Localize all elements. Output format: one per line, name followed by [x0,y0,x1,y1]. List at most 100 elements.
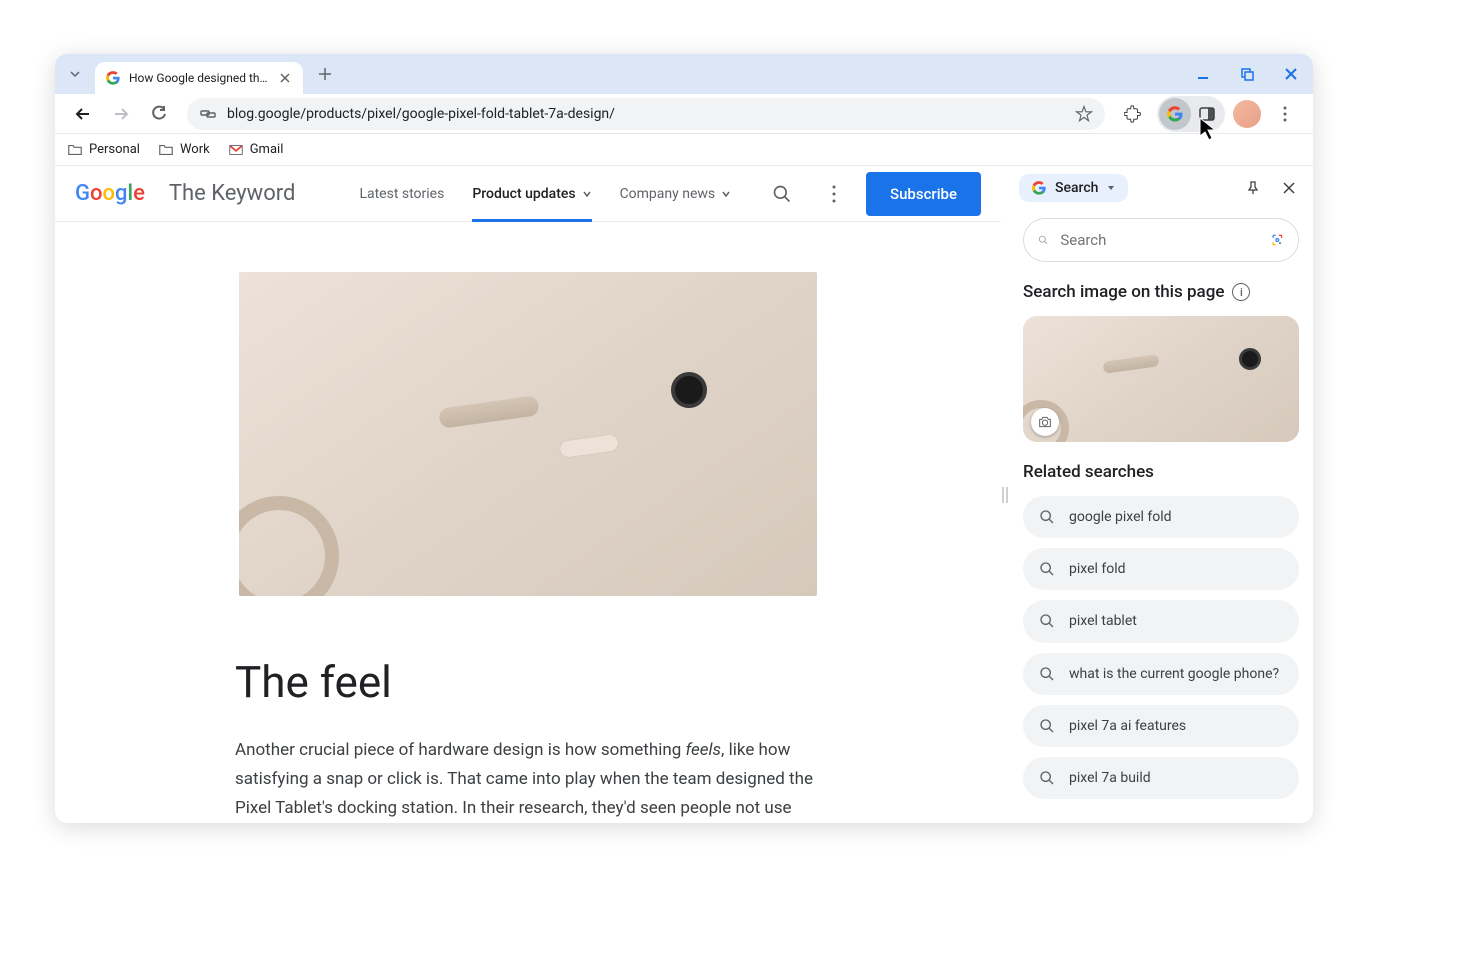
folder-icon [67,142,83,158]
related-search-item[interactable]: pixel tablet [1023,600,1299,642]
related-search-item[interactable]: pixel fold [1023,548,1299,590]
extensions-button[interactable] [1117,98,1149,130]
side-panel-mode-selector[interactable]: Search [1019,174,1128,202]
google-favicon-icon [105,70,121,86]
related-item-label: pixel 7a ai features [1069,717,1186,735]
window-controls [1189,54,1305,94]
site-search-button[interactable] [762,174,802,214]
bookmarks-bar: Personal Work Gmail [55,134,1313,166]
camera-icon [1037,414,1053,430]
site-info-icon[interactable] [199,105,217,123]
chrome-menu-button[interactable] [1269,98,1301,130]
main-page[interactable]: Google The Keyword Latest stories Produc… [55,166,1001,823]
search-icon [1039,561,1055,577]
side-panel: Search [1009,166,1313,823]
chevron-down-icon [582,189,592,199]
bookmark-star-button[interactable] [1075,105,1093,123]
bookmark-label: Personal [89,142,140,157]
profile-avatar[interactable] [1233,100,1261,128]
related-search-item[interactable]: what is the current google phone? [1023,653,1299,695]
nav-latest-stories[interactable]: Latest stories [359,166,444,222]
tab-strip: How Google designed the P [55,54,1313,94]
article-paragraph: Another crucial piece of hardware design… [235,736,821,823]
google-logo[interactable]: Google [75,181,145,206]
search-icon [1039,718,1055,734]
google-g-icon [1031,180,1047,196]
subscribe-button[interactable]: Subscribe [866,172,981,216]
tab-close-button[interactable] [277,70,293,86]
side-panel-content[interactable]: Search image on this page i Related sear… [1009,210,1313,823]
address-bar[interactable]: blog.google/products/pixel/google-pixel-… [187,98,1105,130]
reload-button[interactable] [143,98,175,130]
search-icon [1039,613,1055,629]
nav-menu: Latest stories Product updates Company n… [359,166,731,222]
forward-button[interactable] [105,98,137,130]
content-area: Google The Keyword Latest stories Produc… [55,166,1313,823]
search-icon [1038,231,1048,249]
site-title[interactable]: The Keyword [169,181,296,206]
close-icon [1284,67,1298,81]
side-panel-search-input[interactable] [1023,218,1299,262]
pin-icon [1246,181,1260,195]
search-icon [1039,509,1055,525]
folder-icon [158,142,174,158]
new-tab-button[interactable] [311,60,339,88]
info-button[interactable]: i [1232,283,1250,301]
google-search-panel-button[interactable] [1159,98,1191,130]
search-image-section-title: Search image on this page i [1023,282,1299,302]
google-lens-icon[interactable] [1271,229,1284,251]
search-icon [1039,770,1055,786]
panel-resize-handle[interactable] [1001,166,1009,823]
minimize-icon [1196,67,1210,81]
article: The feel Another crucial piece of hardwa… [55,222,1001,823]
puzzle-icon [1124,105,1142,123]
related-search-item[interactable]: pixel 7a build [1023,757,1299,799]
close-icon [1283,182,1295,194]
close-window-button[interactable] [1277,60,1305,88]
bookmark-label: Gmail [250,142,284,157]
reload-icon [150,105,168,123]
site-header: Google The Keyword Latest stories Produc… [55,166,1001,222]
site-more-button[interactable] [814,174,854,214]
tab-title: How Google designed the P [129,71,269,85]
related-search-item[interactable]: pixel 7a ai features [1023,705,1299,747]
pin-panel-button[interactable] [1239,174,1267,202]
plus-icon [318,67,332,81]
back-button[interactable] [67,98,99,130]
related-searches-heading: Related searches [1023,462,1299,482]
related-search-item[interactable]: google pixel fold [1023,496,1299,538]
browser-tab[interactable]: How Google designed the P [95,62,303,94]
side-panel-mode-label: Search [1055,180,1098,196]
minimize-button[interactable] [1189,60,1217,88]
related-item-label: pixel tablet [1069,612,1137,630]
browser-window: How Google designed the P blog.google/pr… [55,54,1313,823]
bookmark-gmail[interactable]: Gmail [228,142,284,158]
article-heading: The feel [235,656,821,708]
maximize-icon [1240,67,1254,81]
close-icon [280,73,290,83]
bookmark-label: Work [180,142,210,157]
close-panel-button[interactable] [1275,174,1303,202]
article-hero-image [239,272,817,596]
related-item-label: pixel fold [1069,560,1126,578]
side-panel-header: Search [1009,166,1313,210]
chevron-down-icon [721,189,731,199]
page-image-thumbnail[interactable] [1023,316,1299,442]
nav-product-updates[interactable]: Product updates [472,166,591,222]
more-vert-icon [1283,106,1287,122]
arrow-left-icon [74,105,92,123]
star-icon [1075,105,1093,123]
search-field[interactable] [1060,231,1259,249]
lens-overlay-button[interactable] [1031,408,1059,436]
more-vert-icon [832,185,836,203]
tab-search-dropdown[interactable] [63,62,87,86]
bookmark-folder-personal[interactable]: Personal [67,142,140,158]
gmail-icon [228,142,244,158]
url-text: blog.google/products/pixel/google-pixel-… [227,106,1065,122]
search-icon [772,184,792,204]
related-item-label: what is the current google phone? [1069,665,1279,683]
bookmark-folder-work[interactable]: Work [158,142,210,158]
maximize-button[interactable] [1233,60,1261,88]
nav-company-news[interactable]: Company news [620,166,732,222]
toolbar: blog.google/products/pixel/google-pixel-… [55,94,1313,134]
